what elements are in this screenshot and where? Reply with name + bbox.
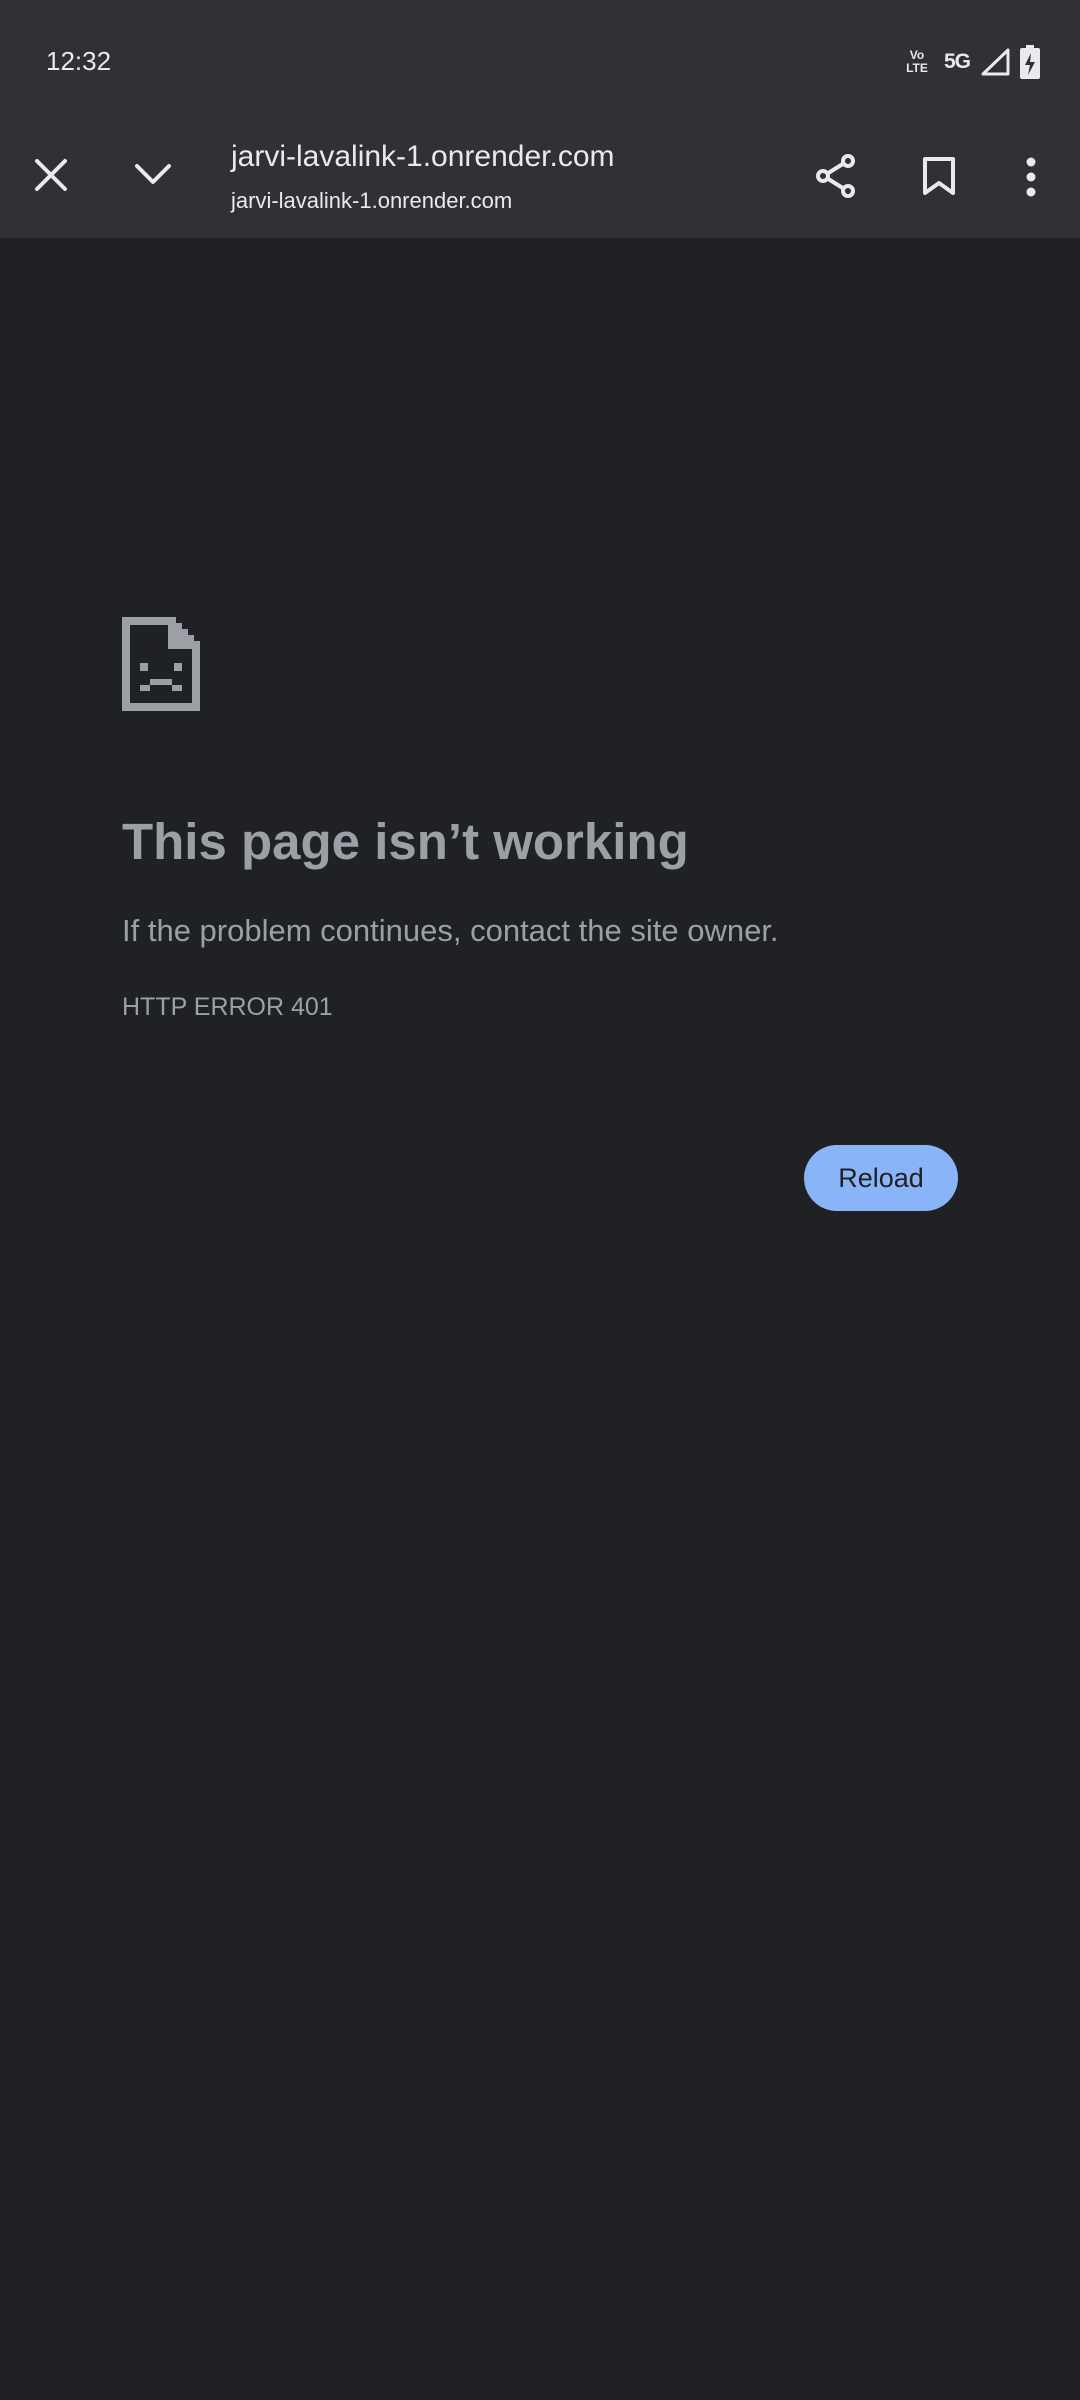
more-vert-icon[interactable] [1024, 157, 1038, 197]
reload-button[interactable]: Reload [804, 1145, 958, 1211]
close-icon[interactable] [33, 157, 69, 193]
volte-line1: Vo [909, 48, 925, 62]
battery-charging-icon [1020, 45, 1040, 79]
volte-line2: LTE [906, 61, 928, 75]
status-bar: 12:32 Vo LTE 5G [0, 0, 1080, 120]
signal-icon [981, 48, 1010, 76]
error-code: HTTP ERROR 401 [122, 993, 333, 1021]
page-title[interactable]: jarvi-lavalink-1.onrender.com [231, 140, 615, 174]
error-description: If the problem continues, contact the si… [122, 913, 779, 948]
status-icons: Vo LTE 5G [900, 44, 1040, 80]
chevron-down-icon[interactable] [133, 160, 173, 190]
share-icon[interactable] [815, 154, 857, 198]
bookmark-icon[interactable] [922, 156, 956, 196]
error-title: This page isn’t working [122, 813, 689, 870]
page-url[interactable]: jarvi-lavalink-1.onrender.com [231, 188, 512, 214]
sad-page-icon [122, 617, 200, 711]
network-type: 5G [943, 50, 971, 73]
page-content [0, 238, 1080, 2400]
volte-icon: Vo LTE [900, 49, 934, 75]
status-time: 12:32 [46, 46, 112, 76]
